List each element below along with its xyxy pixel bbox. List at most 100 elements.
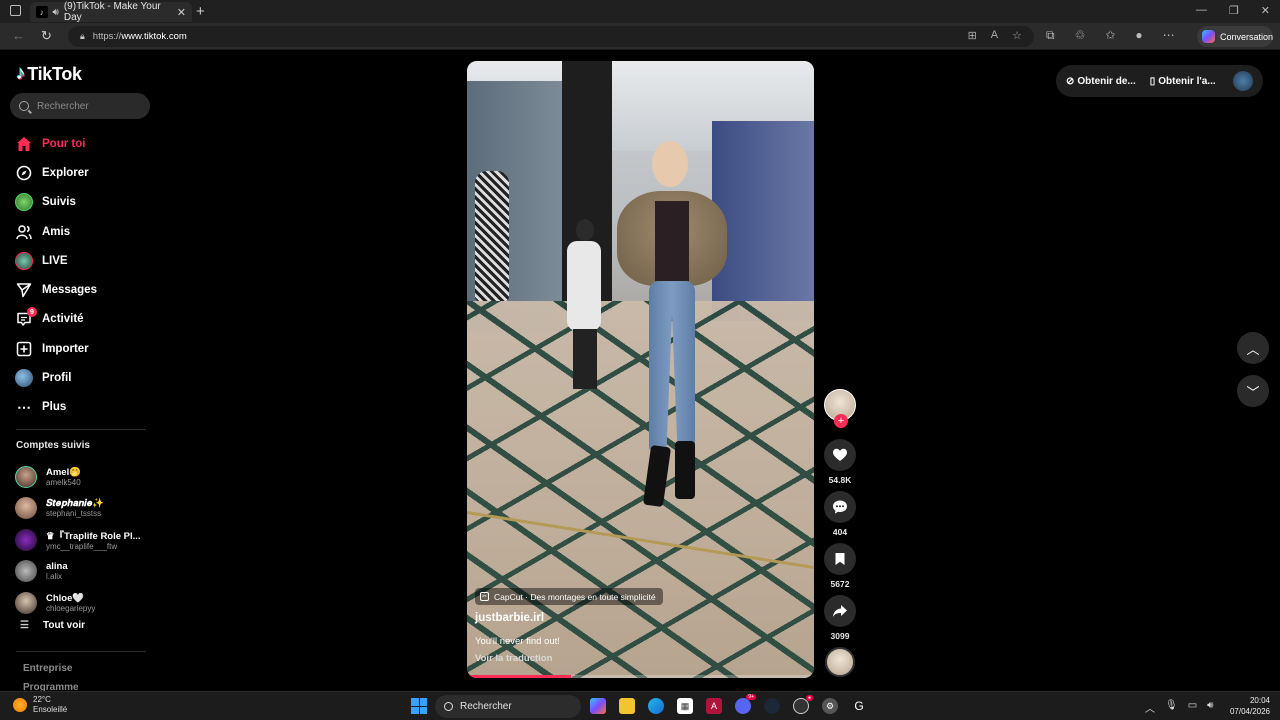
like-count: 54.8K — [828, 475, 852, 485]
followed-account[interactable]: Amel🤭 amelk540 — [15, 461, 141, 493]
minimize-icon[interactable]: — — [1196, 4, 1207, 17]
author-avatar[interactable]: + — [824, 389, 856, 428]
app-available-icon[interactable]: ⊞ — [968, 29, 977, 42]
capcut-tag[interactable]: ✂ CapCut · Des montages en toute simplic… — [475, 588, 663, 605]
followed-account[interactable]: 𝑺𝒕𝒆𝒑𝒉𝒂𝒏𝒊𝒆✨ stephani_tsstss — [15, 493, 141, 525]
save-button[interactable] — [824, 543, 856, 575]
tab-actions-icon[interactable] — [10, 5, 21, 16]
live-icon — [14, 251, 34, 271]
sidebar-item-amis[interactable]: Amis — [14, 217, 97, 246]
heart-icon — [833, 448, 847, 461]
copilot-app-icon[interactable] — [590, 698, 606, 714]
previous-video-button[interactable]: ︿ — [1237, 332, 1269, 364]
video-player[interactable]: ✂ CapCut · Des montages en toute simplic… — [467, 61, 814, 678]
like-button[interactable] — [824, 439, 856, 471]
performance-icon[interactable]: ♲ — [1075, 28, 1086, 43]
copilot-conversation-button[interactable]: Conversation — [1197, 26, 1273, 47]
account-handle: stephani_tsstss — [46, 509, 102, 519]
video-actions: + 54.8K 404 5672 3099 — [821, 389, 859, 677]
sidebar-item-label: LIVE — [42, 254, 68, 267]
settings-gear-icon[interactable]: ⚙ — [822, 698, 838, 714]
footer-link-entreprise[interactable]: Entreprise — [23, 663, 72, 674]
video-scene-store-right — [712, 121, 814, 321]
followed-account[interactable]: ♛『Traplife Role Pl... ymc__traplife___ftw — [15, 524, 141, 556]
restore-icon[interactable]: ❐ — [1229, 4, 1239, 17]
sidebar-item-messages[interactable]: Messages — [14, 275, 97, 304]
chevron-up-icon[interactable]: ︿ — [1145, 700, 1155, 715]
speaker-icon[interactable]: 🔊︎ — [53, 7, 59, 18]
search-icon — [19, 101, 29, 111]
sidebar-item-label: Profil — [42, 372, 72, 385]
new-tab-button[interactable]: + — [196, 3, 205, 20]
tiktok-favicon-icon: ♪ — [36, 6, 48, 18]
tiktok-logo[interactable]: ♪ TikTok — [16, 63, 82, 85]
save-count: 5672 — [830, 579, 850, 589]
sidebar-item-suivis[interactable]: Suivis — [14, 188, 97, 217]
video-scene-mannequin — [475, 171, 509, 301]
read-aloud-icon[interactable]: A — [991, 29, 998, 42]
tab-title: (9)TikTok - Make Your Day — [63, 1, 161, 23]
github-icon[interactable]: ● — [793, 695, 813, 714]
steam-icon[interactable] — [764, 698, 780, 714]
sidebar-item-live[interactable]: LIVE — [14, 246, 97, 275]
windows-taskbar: 22°C Ensoleillé Rechercher ▦ A 9+ ● ⚙ G ︿… — [0, 691, 1280, 720]
get-coins-label: Obtenir de... — [1077, 75, 1136, 87]
close-window-icon[interactable]: ✕ — [1261, 4, 1270, 17]
search-input[interactable]: Rechercher — [10, 93, 150, 119]
weather-widget[interactable]: 22°C Ensoleillé — [13, 695, 67, 715]
music-disc-icon[interactable] — [825, 647, 855, 677]
network-icon[interactable]: ▭ — [1188, 700, 1197, 715]
followed-account[interactable]: alina l.alix — [15, 556, 141, 588]
volume-icon[interactable]: 🔊︎ — [1207, 700, 1213, 715]
sidebar-item-importer[interactable]: Importer — [14, 334, 97, 363]
sidebar-item-explorer[interactable]: Explorer — [14, 158, 97, 187]
next-video-button[interactable]: ﹀ — [1237, 375, 1269, 407]
clock-date: 07/04/2026 — [1229, 707, 1270, 716]
sidebar-item-pour-toi[interactable]: Pour toi — [14, 129, 97, 158]
tiktok-page: ♪ TikTok Rechercher Pour toi Explorer Su… — [0, 51, 1280, 693]
video-progress-fill — [467, 675, 572, 678]
app-g-icon[interactable]: G — [851, 698, 867, 714]
profile-icon[interactable]: ● — [1135, 28, 1142, 43]
address-bar[interactable]: 🔒︎ https://www.tiktok.com ⊞ A ☆ — [68, 26, 1034, 47]
microphone-icon[interactable]: 🎙︎ — [1165, 700, 1178, 715]
see-translation-link[interactable]: Voir la traduction — [475, 653, 552, 664]
see-all-button[interactable]: ☰ Tout voir — [20, 620, 85, 631]
search-placeholder: Rechercher — [37, 100, 89, 112]
taskbar-clock[interactable]: 20:04 07/04/2026 — [1226, 695, 1270, 717]
back-icon[interactable]: ← — [12, 28, 25, 43]
discord-icon[interactable]: 9+ — [735, 694, 756, 714]
followed-account[interactable]: Chloe🤍 chloegariepyy — [15, 587, 141, 619]
sidebar-item-plus[interactable]: ⋯ Plus — [14, 393, 97, 422]
user-avatar[interactable] — [1233, 71, 1253, 91]
follow-plus-icon[interactable]: + — [834, 414, 848, 428]
refresh-icon[interactable]: ↻ — [41, 28, 52, 44]
taskbar-search-label: Rechercher — [460, 701, 512, 712]
get-coins-button[interactable]: ⊘ Obtenir de... — [1066, 76, 1136, 87]
share-button[interactable] — [824, 595, 856, 627]
sidebar-nav: Pour toi Explorer Suivis Amis LIVE Messa… — [14, 129, 97, 422]
see-all-label: Tout voir — [42, 620, 85, 631]
video-progress-bar[interactable] — [467, 675, 814, 678]
edge-browser-icon[interactable] — [648, 698, 664, 714]
get-app-button[interactable]: ▯ Obtenir l'a... — [1150, 76, 1216, 87]
favorites-icon[interactable]: ✩ — [1105, 28, 1115, 43]
close-tab-icon[interactable]: ✕ — [177, 6, 186, 19]
windows-start-icon[interactable] — [411, 698, 427, 714]
account-name: 𝑺𝒕𝒆𝒑𝒉𝒂𝒏𝒊𝒆✨ — [46, 498, 105, 510]
lock-icon: 🔒︎ — [80, 31, 85, 41]
extensions-icon[interactable]: ⧉ — [1046, 28, 1055, 43]
adobe-app-icon[interactable]: A — [706, 698, 722, 714]
settings-more-icon[interactable]: ⋯ — [1163, 28, 1175, 43]
store-icon[interactable]: ▦ — [677, 698, 693, 714]
browser-tab[interactable]: ♪ 🔊︎ (9)TikTok - Make Your Day ✕ — [30, 1, 192, 23]
comment-button[interactable] — [824, 491, 856, 523]
file-explorer-icon[interactable] — [619, 698, 635, 714]
window-controls: — ❐ ✕ — [1196, 4, 1270, 17]
weather-condition: Ensoleillé — [33, 705, 68, 714]
sidebar-item-activite[interactable]: 9 Activité — [14, 305, 97, 334]
taskbar-search[interactable]: Rechercher — [435, 695, 581, 718]
favorite-star-icon[interactable]: ☆ — [1012, 29, 1022, 42]
sidebar-item-profil[interactable]: Profil — [14, 363, 97, 392]
video-author[interactable]: justbarbie.irl — [475, 612, 544, 624]
